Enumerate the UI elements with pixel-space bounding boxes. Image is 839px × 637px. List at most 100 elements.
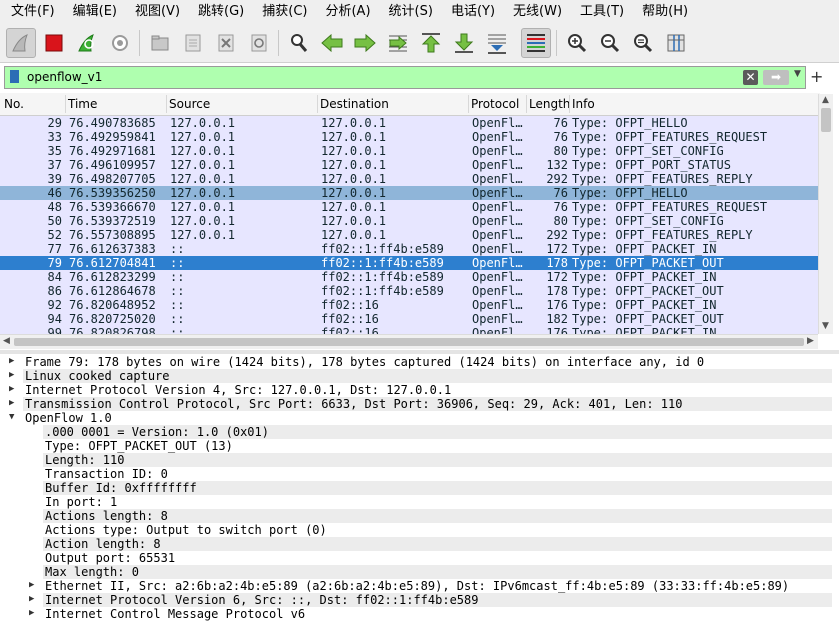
menu-capture[interactable]: 捕获(C) bbox=[251, 0, 314, 24]
main-toolbar bbox=[0, 24, 839, 63]
autoscroll-icon[interactable] bbox=[482, 28, 512, 58]
add-filter-button-icon[interactable]: + bbox=[810, 67, 823, 86]
go-forward-icon[interactable] bbox=[350, 28, 380, 58]
packet-info: Type: OFPT_PACKET_OUT bbox=[572, 256, 724, 270]
display-filter-bar[interactable]: openflow_v1 ✕ ➡ ▼ bbox=[4, 66, 806, 89]
packet-protocol: OpenFl… bbox=[472, 158, 523, 172]
capture-options-icon[interactable] bbox=[105, 28, 135, 58]
packet-row[interactable]: 86 76.612864678:: ff02::1:ff4b:e589 OpenFl…… bbox=[0, 284, 818, 298]
packet-row[interactable]: 77 76.612637383:: ff02::1:ff4b:e589 OpenFl…… bbox=[0, 242, 818, 256]
go-last-packet-icon[interactable] bbox=[449, 28, 479, 58]
detail-tree-item[interactable]: Buffer Id: 0xffffffff bbox=[43, 481, 832, 495]
detail-tree-item[interactable]: .000 0001 = Version: 1.0 (0x01) bbox=[43, 425, 832, 439]
save-file-icon[interactable] bbox=[178, 28, 208, 58]
packet-row[interactable]: 37 76.496109957 127.0.0.1 127.0.0.1 OpenFl… 1… bbox=[0, 158, 818, 172]
packet-protocol: OpenFl… bbox=[472, 172, 523, 186]
detail-tree-item[interactable]: Length: 110 bbox=[43, 453, 832, 467]
column-header-destination[interactable]: Destination bbox=[320, 97, 389, 111]
detail-tree-item[interactable]: Output port: 65531 bbox=[43, 551, 832, 565]
collapsed-arrow-icon[interactable]: ▶ bbox=[29, 594, 34, 604]
find-packet-icon[interactable] bbox=[284, 28, 314, 58]
apply-filter-icon[interactable]: ➡ bbox=[763, 70, 789, 85]
menu-analyze[interactable]: 分析(A) bbox=[314, 0, 377, 24]
packet-length: 178 bbox=[546, 284, 568, 298]
clear-filter-icon[interactable]: ✕ bbox=[743, 70, 758, 85]
zoom-out-icon[interactable] bbox=[595, 28, 625, 58]
stop-capture-icon[interactable] bbox=[39, 28, 69, 58]
shark-fin-start-icon[interactable] bbox=[6, 28, 36, 58]
column-header-no[interactable]: No. bbox=[4, 97, 24, 111]
packet-length: 76 bbox=[553, 186, 568, 200]
menu-file[interactable]: 文件(F) bbox=[0, 0, 62, 24]
menu-edit[interactable]: 编辑(E) bbox=[62, 0, 124, 24]
expanded-arrow-icon[interactable]: ▼ bbox=[9, 412, 14, 422]
packet-row[interactable]: 35 76.492971681 127.0.0.1 127.0.0.1 OpenFl… 8… bbox=[0, 144, 818, 158]
menu-statistics[interactable]: 统计(S) bbox=[378, 0, 440, 24]
display-filter-input[interactable]: openflow_v1 bbox=[27, 70, 102, 84]
detail-tree-item[interactable]: Ethernet II, Src: a2:6b:a2:4b:e5:89 (a2:… bbox=[43, 579, 832, 593]
packet-protocol: OpenFl… bbox=[472, 312, 523, 326]
packet-list-vertical-scrollbar[interactable]: ▲ ▼ bbox=[818, 94, 833, 334]
detail-tree-item[interactable]: Max length: 0 bbox=[43, 565, 832, 579]
column-header-protocol[interactable]: Protocol bbox=[471, 97, 519, 111]
detail-tree-item[interactable]: Linux cooked capture bbox=[23, 369, 832, 383]
reload-file-icon[interactable] bbox=[244, 28, 274, 58]
go-back-icon[interactable] bbox=[317, 28, 347, 58]
packet-row[interactable]: 92 76.820648952:: ff02::16 OpenFl… 176 Type: … bbox=[0, 298, 818, 312]
collapsed-arrow-icon[interactable]: ▶ bbox=[9, 356, 14, 366]
menu-help[interactable]: 帮助(H) bbox=[631, 0, 695, 24]
detail-tree-item[interactable]: In port: 1 bbox=[43, 495, 832, 509]
colorize-icon[interactable] bbox=[521, 28, 551, 58]
detail-tree-item[interactable]: Internet Protocol Version 6, Src: ::, Ds… bbox=[43, 593, 832, 607]
collapsed-arrow-icon[interactable]: ▶ bbox=[9, 370, 14, 380]
packet-source: 127.0.0.1 bbox=[170, 116, 236, 130]
packet-info: Type: OFPT_PORT_STATUS bbox=[572, 158, 731, 172]
detail-tree-item[interactable]: Internet Control Message Protocol v6 bbox=[43, 607, 832, 621]
detail-tree-item[interactable]: Actions length: 8 bbox=[43, 509, 832, 523]
resize-columns-icon[interactable] bbox=[661, 28, 691, 58]
detail-tree-item[interactable]: Actions type: Output to switch port (0) bbox=[43, 523, 832, 537]
go-to-packet-icon[interactable] bbox=[383, 28, 413, 58]
column-header-info[interactable]: Info bbox=[572, 97, 595, 111]
packet-row[interactable]: 52 76.557308895 127.0.0.1 127.0.0.1 OpenFl… 2… bbox=[0, 228, 818, 242]
collapsed-arrow-icon[interactable]: ▶ bbox=[9, 398, 14, 408]
restart-capture-icon[interactable] bbox=[72, 28, 102, 58]
packet-list-horizontal-scrollbar[interactable]: ◀ ▶ bbox=[0, 334, 818, 349]
packet-row[interactable]: 84 76.612823299:: ff02::1:ff4b:e589 OpenFl…… bbox=[0, 270, 818, 284]
packet-row[interactable]: 39 76.498207705 127.0.0.1 127.0.0.1 OpenFl… 2… bbox=[0, 172, 818, 186]
collapsed-arrow-icon[interactable]: ▶ bbox=[29, 580, 34, 590]
open-file-icon[interactable] bbox=[145, 28, 175, 58]
packet-row[interactable]: 99 76.820826798:: ff02::16 OpenFl… 176 Type: … bbox=[0, 326, 818, 334]
column-header-time[interactable]: Time bbox=[68, 97, 97, 111]
packet-row[interactable]: 50 76.539372519 127.0.0.1 127.0.0.1 OpenFl… 8… bbox=[0, 214, 818, 228]
menu-tools[interactable]: 工具(T) bbox=[569, 0, 631, 24]
collapsed-arrow-icon[interactable]: ▶ bbox=[9, 384, 14, 394]
column-header-source[interactable]: Source bbox=[169, 97, 210, 111]
packet-row[interactable]: 94 76.820725020:: ff02::16 OpenFl… 182 Type: … bbox=[0, 312, 818, 326]
menu-go[interactable]: 跳转(G) bbox=[187, 0, 251, 24]
packet-row[interactable]: 46 76.539356250 127.0.0.1 127.0.0.1 OpenFl… 7… bbox=[0, 186, 818, 200]
detail-tree-item[interactable]: Transaction ID: 0 bbox=[43, 467, 832, 481]
chevron-down-icon[interactable]: ▼ bbox=[794, 69, 801, 79]
menu-view[interactable]: 视图(V) bbox=[124, 0, 187, 24]
menu-telephony[interactable]: 电话(Y) bbox=[440, 0, 502, 24]
packet-row[interactable]: 48 76.539366670 127.0.0.1 127.0.0.1 OpenFl… 7… bbox=[0, 200, 818, 214]
detail-tree-item[interactable]: Transmission Control Protocol, Src Port:… bbox=[23, 397, 832, 411]
close-file-icon[interactable] bbox=[211, 28, 241, 58]
packet-row[interactable]: 33 76.492959841 127.0.0.1 127.0.0.1 OpenFl… 7… bbox=[0, 130, 818, 144]
column-header-length[interactable]: Length bbox=[529, 97, 570, 111]
collapsed-arrow-icon[interactable]: ▶ bbox=[29, 608, 34, 618]
packet-row[interactable]: 79 76.612704841:: ff02::1:ff4b:e589 OpenFl…… bbox=[0, 256, 818, 270]
packet-row[interactable]: 29 76.490783685 127.0.0.1 127.0.0.1 OpenFl… 7… bbox=[0, 116, 818, 130]
detail-tree-item[interactable]: OpenFlow 1.0 bbox=[23, 411, 832, 425]
go-first-packet-icon[interactable] bbox=[416, 28, 446, 58]
zoom-normal-icon[interactable] bbox=[628, 28, 658, 58]
detail-tree-item[interactable]: Type: OFPT_PACKET_OUT (13) bbox=[43, 439, 832, 453]
bookmark-icon[interactable] bbox=[10, 70, 19, 83]
menu-wireless[interactable]: 无线(W) bbox=[502, 0, 569, 24]
detail-tree-item[interactable]: Internet Protocol Version 4, Src: 127.0.… bbox=[23, 383, 832, 397]
packet-length: 172 bbox=[546, 270, 568, 284]
detail-tree-item[interactable]: Action length: 8 bbox=[43, 537, 832, 551]
detail-tree-item[interactable]: Frame 79: 178 bytes on wire (1424 bits),… bbox=[23, 355, 832, 369]
zoom-in-icon[interactable] bbox=[562, 28, 592, 58]
